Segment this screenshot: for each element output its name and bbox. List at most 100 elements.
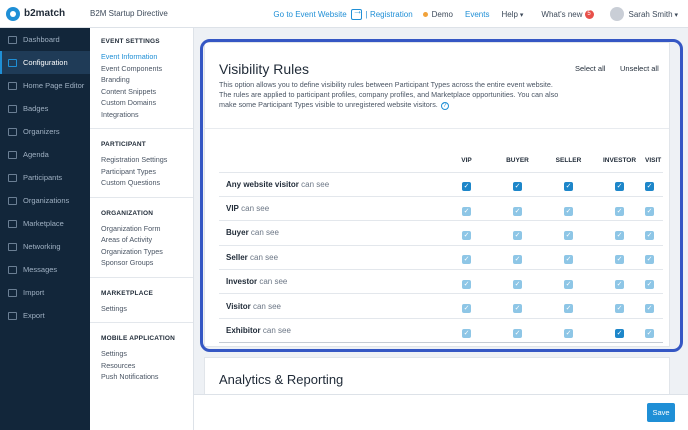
- visibility-table: VIP BUYER SELLER INVESTOR VISIT Any webs…: [219, 150, 663, 344]
- visibility-checkbox[interactable]: ✓: [462, 328, 471, 338]
- visibility-checkbox[interactable]: ✓: [462, 230, 471, 240]
- subnav-link-event-components[interactable]: Event Components: [90, 63, 193, 75]
- row-label: VIP can see: [219, 196, 441, 222]
- subnav-link-organization-form[interactable]: Organization Form: [90, 223, 193, 235]
- settings-subnav: EVENT SETTINGS Event Information Event C…: [90, 28, 194, 430]
- save-button[interactable]: Save: [647, 403, 675, 422]
- subnav-link-mobile-settings[interactable]: Settings: [90, 348, 193, 360]
- sidebar-item-import[interactable]: Import: [0, 281, 90, 304]
- visibility-checkbox[interactable]: ✓: [564, 304, 573, 314]
- visibility-checkbox[interactable]: ✓: [645, 230, 654, 240]
- external-link-icon: [350, 6, 363, 20]
- visibility-checkbox[interactable]: ✓: [513, 304, 522, 314]
- visibility-checkbox[interactable]: ✓: [615, 279, 624, 289]
- section-title: Visibility Rules: [219, 61, 309, 77]
- sidebar-item-networking[interactable]: Networking: [0, 235, 90, 258]
- logo-text: b2match: [24, 8, 66, 19]
- visibility-checkbox[interactable]: ✓: [513, 279, 522, 289]
- subnav-link-resources[interactable]: Resources: [90, 360, 193, 372]
- subnav-link-custom-domains[interactable]: Custom Domains: [90, 97, 193, 109]
- can-see-text: can see: [250, 252, 279, 262]
- row-label: Visitor can see: [219, 293, 441, 319]
- divider: [205, 128, 669, 129]
- subnav-link-integrations[interactable]: Integrations: [90, 109, 193, 121]
- table-row: Seller can see ✓ ✓ ✓ ✓ ✓: [219, 245, 663, 271]
- unselect-all-button[interactable]: Unselect all: [620, 64, 659, 73]
- visibility-checkbox[interactable]: ✓: [615, 230, 624, 240]
- visibility-checkbox[interactable]: ✓: [645, 182, 654, 192]
- subnav-link-sponsor-groups[interactable]: Sponsor Groups: [90, 257, 193, 269]
- visibility-checkbox[interactable]: ✓: [513, 230, 522, 240]
- visibility-checkbox[interactable]: ✓: [645, 279, 654, 289]
- visibility-checkbox[interactable]: ✓: [564, 182, 573, 192]
- sidebar-item-agenda[interactable]: Agenda: [0, 143, 90, 166]
- visibility-checkbox[interactable]: ✓: [615, 255, 624, 265]
- goto-event-website-link[interactable]: Go to Event Website | Registration: [273, 6, 413, 20]
- import-icon: [8, 288, 17, 297]
- subnav-link-content-snippets[interactable]: Content Snippets: [90, 86, 193, 98]
- visibility-checkbox[interactable]: ✓: [645, 206, 654, 216]
- networking-icon: [8, 242, 17, 251]
- sidebar-item-home-page-editor[interactable]: Home Page Editor: [0, 74, 90, 97]
- visibility-checkbox[interactable]: ✓: [615, 304, 624, 314]
- visibility-checkbox[interactable]: ✓: [645, 255, 654, 265]
- registration-link[interactable]: | Registration: [366, 10, 413, 19]
- table-row: Any website visitor can see ✓ ✓ ✓ ✓ ✓: [219, 172, 663, 197]
- visibility-checkbox[interactable]: ✓: [513, 182, 522, 192]
- visibility-checkbox[interactable]: ✓: [564, 279, 573, 289]
- sidebar-item-label: Participants: [23, 173, 63, 182]
- main-content: Visibility Rules Select all Unselect all…: [194, 28, 688, 430]
- subnav-link-areas-of-activity[interactable]: Areas of Activity: [90, 234, 193, 246]
- subnav-link-branding[interactable]: Branding: [90, 74, 193, 86]
- subnav-link-custom-questions[interactable]: Custom Questions: [90, 177, 193, 189]
- subnav-link-registration-settings[interactable]: Registration Settings: [90, 154, 193, 166]
- visibility-checkbox[interactable]: ✓: [462, 279, 471, 289]
- sidebar-item-label: Import: [23, 288, 45, 297]
- visibility-checkbox[interactable]: ✓: [462, 206, 471, 216]
- visibility-checkbox[interactable]: ✓: [564, 328, 573, 338]
- help-icon[interactable]: ?: [440, 102, 449, 110]
- subnav-link-participant-types[interactable]: Participant Types: [90, 166, 193, 178]
- table-row: VIP can see ✓ ✓ ✓ ✓ ✓: [219, 196, 663, 222]
- subnav-link-push-notifications[interactable]: Push Notifications: [90, 371, 193, 383]
- visibility-checkbox[interactable]: ✓: [462, 304, 471, 314]
- agenda-icon: [8, 150, 17, 159]
- subnav-link-organization-types[interactable]: Organization Types: [90, 246, 193, 258]
- visibility-rules-card: Visibility Rules Select all Unselect all…: [204, 42, 670, 347]
- sidebar-item-configuration[interactable]: Configuration: [0, 51, 90, 74]
- logo[interactable]: b2match: [0, 0, 90, 28]
- sidebar-item-messages[interactable]: Messages: [0, 258, 90, 281]
- whats-new-badge: 5: [584, 9, 594, 19]
- subnav-link-marketplace-settings[interactable]: Settings: [90, 303, 193, 315]
- subnav-link-event-information[interactable]: Event Information: [90, 51, 193, 63]
- sidebar-item-export[interactable]: Export: [0, 304, 90, 327]
- visibility-checkbox[interactable]: ✓: [564, 255, 573, 265]
- visibility-checkbox[interactable]: ✓: [462, 182, 471, 192]
- sidebar-item-organizations[interactable]: Organizations: [0, 189, 90, 212]
- sidebar-item-organizers[interactable]: Organizers: [0, 120, 90, 143]
- select-all-button[interactable]: Select all: [575, 64, 605, 73]
- sidebar-item-badges[interactable]: Badges: [0, 97, 90, 120]
- sidebar-item-marketplace[interactable]: Marketplace: [0, 212, 90, 235]
- export-icon: [8, 311, 17, 320]
- visibility-checkbox[interactable]: ✓: [615, 328, 624, 338]
- sidebar-item-participants[interactable]: Participants: [0, 166, 90, 189]
- visibility-checkbox[interactable]: ✓: [645, 328, 654, 338]
- visibility-checkbox[interactable]: ✓: [513, 255, 522, 265]
- visibility-checkbox[interactable]: ✓: [513, 206, 522, 216]
- events-link[interactable]: Events: [465, 10, 489, 19]
- whats-new-button[interactable]: What's new 5: [541, 9, 594, 19]
- badge-icon: [8, 104, 17, 113]
- visibility-checkbox[interactable]: ✓: [615, 182, 624, 192]
- visibility-checkbox[interactable]: ✓: [564, 230, 573, 240]
- visibility-checkbox[interactable]: ✓: [564, 206, 573, 216]
- visibility-checkbox[interactable]: ✓: [645, 304, 654, 314]
- visibility-checkbox[interactable]: ✓: [615, 206, 624, 216]
- user-menu[interactable]: Sarah Smith: [609, 7, 679, 21]
- visibility-checkbox[interactable]: ✓: [513, 328, 522, 338]
- visibility-checkbox[interactable]: ✓: [462, 255, 471, 265]
- help-menu[interactable]: Help: [501, 10, 523, 19]
- sidebar-item-dashboard[interactable]: Dashboard: [0, 28, 90, 51]
- sidebar-item-label: Organizers: [23, 127, 60, 136]
- messages-icon: [8, 265, 17, 274]
